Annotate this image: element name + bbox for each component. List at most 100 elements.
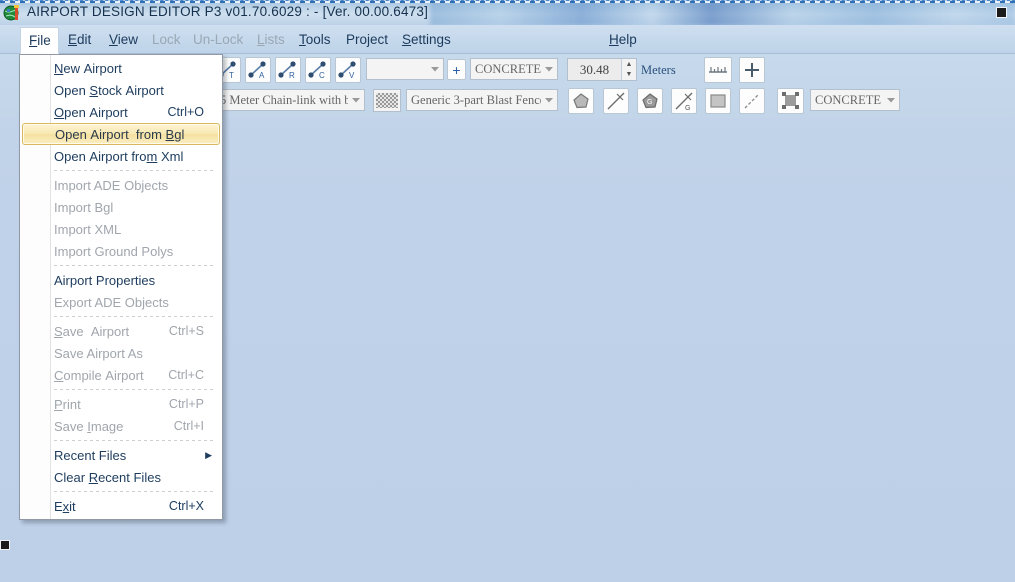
menu-item-label: Open Airport from Bgl: [55, 126, 185, 142]
menu-item-label: Open Stock Airport: [54, 82, 164, 98]
menu-project[interactable]: Project: [338, 27, 396, 52]
draw-apron-button[interactable]: A: [245, 57, 271, 83]
menu-item-export-ade-objects: Export ADE Objects: [20, 291, 222, 313]
menu-item-open-stock-airport[interactable]: Open Stock Airport: [20, 79, 222, 101]
menu-separator: [20, 167, 222, 174]
menu-item-accelerator: Ctrl+C: [168, 368, 204, 382]
menu-item-label: Compile Airport: [54, 367, 144, 383]
surface-combo-row2[interactable]: CONCRETE: [810, 89, 900, 111]
surface-combo-row1[interactable]: CONCRETE: [470, 58, 558, 80]
title-bar-glass: [430, 1, 1015, 25]
svg-text:R: R: [289, 71, 295, 80]
menu-item-recent-files[interactable]: Recent Files ▶: [20, 444, 222, 466]
menu-lists[interactable]: Lists: [249, 27, 293, 52]
plus-button[interactable]: [739, 57, 765, 83]
menu-separator: [20, 386, 222, 393]
file-menu-dropdown: New Airport Open Stock Airport Open Airpor…: [19, 54, 223, 520]
add-button[interactable]: +: [447, 59, 466, 80]
window-title: AIRPORT DESIGN EDITOR P3 v01.70.6029 : -…: [27, 4, 429, 19]
units-label: Meters: [641, 63, 676, 77]
draw-runway-button[interactable]: R: [275, 57, 301, 83]
width-spinner[interactable]: 30.48 ▲ ▼: [567, 58, 637, 81]
menu-item-label: Export ADE Objects: [54, 294, 169, 310]
menu-tools[interactable]: Tools: [291, 27, 339, 52]
fence-combo[interactable]: 5 Meter Chain-link with b: [215, 89, 365, 111]
spinner-down-icon[interactable]: ▼: [622, 69, 636, 80]
menu-separator: [20, 313, 222, 320]
menu-separator: [20, 262, 222, 269]
menu-item-open-airport-from-bgl[interactable]: Open Airport from Bgl: [22, 123, 220, 145]
menu-item-compile-airport: Compile Airport Ctrl+C: [20, 364, 222, 386]
title-bar-marker: [996, 7, 1007, 18]
chevron-down-icon: [541, 97, 557, 103]
menu-item-label: Import XML: [54, 221, 122, 237]
draw-centerline-button[interactable]: C: [305, 57, 331, 83]
svg-text:V: V: [349, 71, 355, 80]
menu-item-accelerator: Ctrl+O: [167, 105, 204, 119]
svg-text:T: T: [229, 71, 234, 80]
menu-edit[interactable]: Edit: [60, 27, 99, 52]
surface-combo-row1-value: CONCRETE: [475, 61, 541, 76]
draw-polygon-button[interactable]: [568, 88, 594, 114]
menu-item-save-airport-as: Save Airport As: [20, 342, 222, 364]
menu-separator: [20, 437, 222, 444]
draw-dashed-line-button[interactable]: [739, 88, 765, 114]
draw-vehicle-path-button[interactable]: V: [335, 57, 361, 83]
menu-item-new-airport[interactable]: New Airport: [20, 57, 222, 79]
blast-fence-combo-value: Generic 3-part Blast Fence: [411, 92, 541, 107]
app-icon: [3, 5, 20, 21]
menu-item-clear-recent-files[interactable]: Clear Recent Files: [20, 466, 222, 488]
screen-corner-marker: [0, 540, 10, 550]
menu-item-import-ground-polys: Import Ground Polys: [20, 240, 222, 262]
title-bar: AIRPORT DESIGN EDITOR P3 v01.70.6029 : -…: [0, 0, 1015, 25]
chevron-down-icon: [883, 97, 899, 103]
draw-ground-polygon-button[interactable]: G: [637, 88, 663, 114]
menu-item-label: New Airport: [54, 60, 122, 76]
menu-item-open-airport-from-xml[interactable]: Open Airport from Xml: [20, 145, 222, 167]
menu-item-exit[interactable]: Exit Ctrl+X: [20, 495, 222, 517]
chevron-down-icon: [541, 66, 557, 72]
menu-item-accelerator: Ctrl+X: [168, 499, 204, 513]
blast-fence-combo[interactable]: Generic 3-part Blast Fence: [406, 89, 558, 111]
menu-item-import-xml: Import XML: [20, 218, 222, 240]
menu-item-accelerator: Ctrl+S: [168, 324, 204, 338]
menu-item-accelerator: Ctrl+I: [173, 419, 204, 433]
menu-item-label: Import Ground Polys: [54, 243, 174, 259]
menu-item-label: Airport Properties: [54, 272, 156, 288]
ruler-button[interactable]: [704, 57, 732, 83]
menu-item-label: Print: [54, 396, 81, 412]
menu-bar: FFileile Edit View Lock Un-Lock Lists To…: [0, 25, 1015, 75]
menu-item-import-ade-objects: Import ADE Objects: [20, 174, 222, 196]
empty-combo[interactable]: [366, 58, 444, 80]
draw-line-cross-button[interactable]: [603, 88, 629, 114]
menu-separator: [20, 488, 222, 495]
menu-view[interactable]: View: [101, 27, 146, 52]
spinner-buttons[interactable]: ▲ ▼: [621, 59, 636, 80]
menu-item-open-airport[interactable]: Open Airport Ctrl+O: [20, 101, 222, 123]
menu-file[interactable]: FFileile: [20, 27, 59, 54]
menu-item-airport-properties[interactable]: Airport Properties: [20, 269, 222, 291]
menu-item-label: Save Image: [54, 418, 124, 434]
menu-item-label: Save Airport: [54, 323, 130, 339]
menu-settings[interactable]: Settings: [394, 27, 459, 52]
draw-rectangle-button[interactable]: [705, 88, 731, 114]
draw-ground-line-button[interactable]: G: [671, 88, 697, 114]
menu-item-save-image: Save Image Ctrl+I: [20, 415, 222, 437]
menu-item-label: Save Airport As: [54, 345, 143, 361]
menu-item-label: Open Airport: [54, 104, 128, 120]
checkerboard-swatch-icon: [376, 93, 398, 108]
svg-text:A: A: [259, 71, 265, 80]
chevron-down-icon: [427, 66, 443, 72]
svg-text:C: C: [319, 71, 325, 80]
menu-lock[interactable]: Lock: [144, 27, 189, 52]
texture-swatch-button[interactable]: [373, 89, 401, 112]
spinner-up-icon[interactable]: ▲: [622, 59, 636, 70]
select-handles-button[interactable]: [777, 88, 804, 114]
menu-unlock[interactable]: Un-Lock: [185, 27, 251, 52]
fence-combo-value: 5 Meter Chain-link with b: [220, 92, 348, 107]
menu-help[interactable]: Help: [601, 27, 645, 52]
menu-item-label: Recent Files: [54, 447, 127, 463]
menu-item-import-bgl: Import Bgl: [20, 196, 222, 218]
menu-item-label: Clear Recent Files: [54, 469, 161, 485]
menu-item-save-airport: Save Airport Ctrl+S: [20, 320, 222, 342]
